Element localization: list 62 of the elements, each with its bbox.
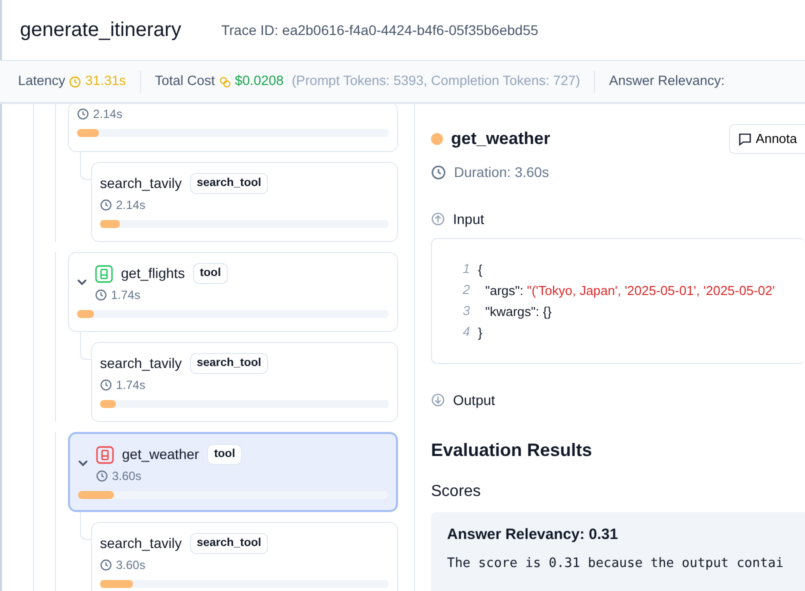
span-type-tag: tool [192,263,228,284]
annotate-button[interactable]: Annota [728,124,805,154]
span-duration: 3.60s [112,468,142,486]
span-name: search_tavily [100,534,182,554]
span-duration: 2.14s [93,106,122,123]
line-number: 1 [462,260,470,278]
score-title: Answer Relevancy: 0.31 [447,524,619,544]
span-card[interactable]: get_weather tool 3.60s [68,432,398,512]
code-line: } [478,324,482,342]
span-name: get_flights [121,264,185,284]
latency-label: Latency [18,72,66,90]
trace-title: generate_itinerary [20,18,182,43]
clock-icon [69,76,82,88]
span-card[interactable]: search_tavily search_tool 3.60s [91,522,398,591]
span-duration: 1.74s [116,377,146,394]
section-heading: Evaluation Results [431,438,594,462]
span-duration: 1.74s [111,287,140,304]
code-line: { [478,260,482,279]
span-duration: 3.60s [116,557,146,574]
cost-label: Total Cost [154,72,215,90]
span-type-tag: search_tool [190,353,268,374]
coins-icon [218,76,231,88]
span-card[interactable]: search_tavily search_tool 2.14s [91,162,398,242]
span-name: get_weather [122,445,200,464]
line-number: 2 [462,280,470,298]
line-number: 3 [462,302,470,320]
span-duration: 2.14s [116,197,146,214]
span-type-tag: search_tool [190,533,268,554]
span-title: get_weather [451,128,552,150]
span-name: search_tavily [100,354,182,374]
section-heading: Scores [431,482,482,502]
chevron-icon[interactable] [77,279,87,286]
clock-icon [95,289,107,302]
clock-icon [77,108,89,120]
token-counts: (Prompt Tokens: 5393, Completion Tokens: 727) [292,72,580,90]
output-label: Output [453,390,496,410]
span-card[interactable]: 2.14s [68,104,398,152]
clock-icon [100,379,112,392]
clock-icon [431,164,446,180]
status-dot [431,132,443,145]
relevancy-label: Answer Relevancy: [609,72,725,90]
trace-id: Trace ID: ea2b0616-f4a0-4424-b4f6-05f35b6ebd55 [221,20,538,40]
clock-icon [100,199,112,212]
input-label: Input [453,210,484,229]
duration-text: Duration: 3.60s [454,162,549,182]
score-explanation: The score is 0.31 because the output contai [447,555,785,573]
download-icon [431,393,445,407]
span-card[interactable]: search_tavily search_tool 1.74s [91,342,398,422]
latency-value: 31.31s [85,72,126,90]
span-name: search_tavily [100,174,182,194]
upload-icon [431,212,445,226]
clock-icon [96,470,108,482]
span-card[interactable]: get_flights tool 1.74s [68,252,398,332]
code-line: "kwargs": {} [484,302,552,321]
span-type-tag: tool [207,444,242,466]
span-type-tag: search_tool [190,173,268,194]
code-line: "args": "('Tokyo, Japan', '2025-05-01', '2025-05-02' [484,282,775,300]
cost-value: $0.0208 [234,72,284,90]
line-number: 4 [462,322,470,340]
clock-icon [100,559,112,572]
comment-icon [738,132,752,146]
chevron-icon[interactable] [78,460,88,467]
